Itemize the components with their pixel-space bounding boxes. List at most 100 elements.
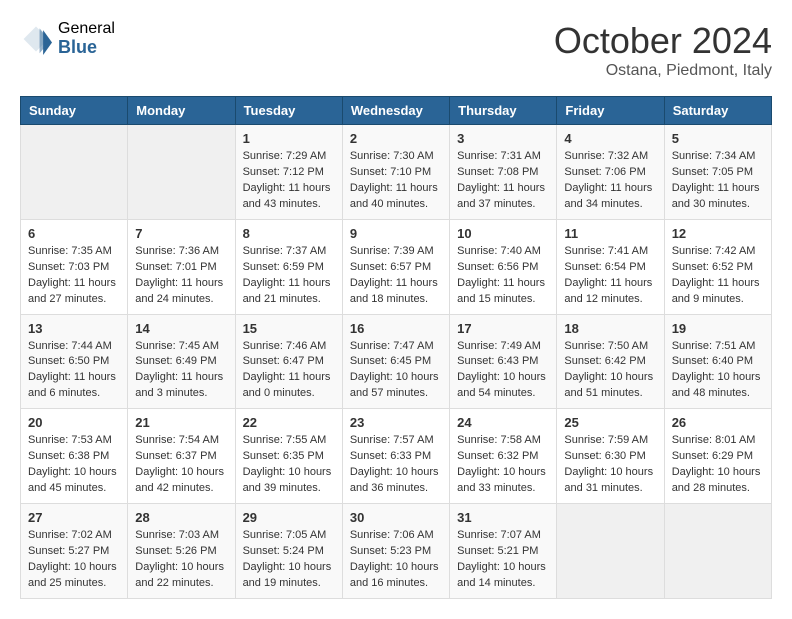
calendar-week-row: 6 Sunrise: 7:35 AM Sunset: 7:03 PM Daylig…: [21, 219, 772, 314]
calendar-day-cell: 22 Sunrise: 7:55 AM Sunset: 6:35 PM Dayli…: [235, 409, 342, 504]
day-info: Sunrise: 7:42 AM Sunset: 6:52 PM Dayligh…: [672, 244, 764, 308]
calendar-day-cell: 31 Sunrise: 7:07 AM Sunset: 5:21 PM Dayli…: [450, 504, 557, 599]
calendar-day-cell: 21Sunrise: 7:54 AM Sunset: 6:37 PM Dayli…: [128, 409, 235, 504]
calendar-day-cell: 20Sunrise: 7:53 AM Sunset: 6:38 PM Dayli…: [21, 409, 128, 504]
day-number: 4: [564, 131, 656, 146]
day-info: Sunrise: 7:40 AM Sunset: 6:56 PM Dayligh…: [457, 244, 549, 308]
day-info: Sunrise: 7:35 AM Sunset: 7:03 PM Dayligh…: [28, 244, 120, 308]
calendar-day-cell: 23 Sunrise: 7:57 AM Sunset: 6:33 PM Dayli…: [342, 409, 449, 504]
calendar-day-cell: 30Sunrise: 7:06 AM Sunset: 5:23 PM Dayli…: [342, 504, 449, 599]
calendar-week-row: 1Sunrise: 7:29 AM Sunset: 7:12 PM Daylig…: [21, 125, 772, 220]
weekday-header: Wednesday: [342, 97, 449, 125]
day-number: 23: [350, 415, 442, 430]
logo: General Blue: [20, 20, 115, 57]
weekday-header-row: SundayMondayTuesdayWednesdayThursdayFrid…: [21, 97, 772, 125]
calendar-day-cell: 16Sunrise: 7:47 AM Sunset: 6:45 PM Dayli…: [342, 314, 449, 409]
month-year: October 2024: [554, 20, 772, 62]
day-info: Sunrise: 7:59 AM Sunset: 6:30 PM Dayligh…: [564, 433, 656, 497]
day-number: 11: [564, 226, 656, 241]
day-number: 22: [243, 415, 335, 430]
day-number: 8: [243, 226, 335, 241]
day-info: Sunrise: 7:51 AM Sunset: 6:40 PM Dayligh…: [672, 339, 764, 403]
day-number: 28: [135, 510, 227, 525]
calendar-day-cell: 10 Sunrise: 7:40 AM Sunset: 6:56 PM Dayli…: [450, 219, 557, 314]
day-number: 27: [28, 510, 120, 525]
calendar-day-cell: 6 Sunrise: 7:35 AM Sunset: 7:03 PM Daylig…: [21, 219, 128, 314]
day-info: Sunrise: 7:58 AM Sunset: 6:32 PM Dayligh…: [457, 433, 549, 497]
day-number: 2: [350, 131, 442, 146]
day-info: Sunrise: 7:31 AM Sunset: 7:08 PM Dayligh…: [457, 149, 549, 213]
day-info: Sunrise: 7:06 AM Sunset: 5:23 PM Dayligh…: [350, 528, 442, 592]
logo-blue: Blue: [58, 38, 115, 58]
day-info: Sunrise: 7:39 AM Sunset: 6:57 PM Dayligh…: [350, 244, 442, 308]
day-info: Sunrise: 7:02 AM Sunset: 5:27 PM Dayligh…: [28, 528, 120, 592]
weekday-header: Saturday: [664, 97, 771, 125]
calendar-day-cell: 4 Sunrise: 7:32 AM Sunset: 7:06 PM Daylig…: [557, 125, 664, 220]
day-number: 1: [243, 131, 335, 146]
calendar-day-cell: [128, 125, 235, 220]
calendar-day-cell: 18Sunrise: 7:50 AM Sunset: 6:42 PM Dayli…: [557, 314, 664, 409]
weekday-header: Tuesday: [235, 97, 342, 125]
day-number: 25: [564, 415, 656, 430]
day-number: 5: [672, 131, 764, 146]
calendar-day-cell: 15 Sunrise: 7:46 AM Sunset: 6:47 PM Dayli…: [235, 314, 342, 409]
day-number: 6: [28, 226, 120, 241]
calendar-day-cell: 29Sunrise: 7:05 AM Sunset: 5:24 PM Dayli…: [235, 504, 342, 599]
day-info: Sunrise: 8:01 AM Sunset: 6:29 PM Dayligh…: [672, 433, 764, 497]
day-number: 31: [457, 510, 549, 525]
day-number: 18: [564, 321, 656, 336]
day-info: Sunrise: 7:36 AM Sunset: 7:01 PM Dayligh…: [135, 244, 227, 308]
calendar-day-cell: 26 Sunrise: 8:01 AM Sunset: 6:29 PM Dayli…: [664, 409, 771, 504]
day-number: 20: [28, 415, 120, 430]
day-info: Sunrise: 7:55 AM Sunset: 6:35 PM Dayligh…: [243, 433, 335, 497]
calendar-day-cell: [557, 504, 664, 599]
calendar-table: SundayMondayTuesdayWednesdayThursdayFrid…: [20, 96, 772, 599]
logo-icon: [20, 23, 52, 55]
day-number: 13: [28, 321, 120, 336]
title-block: October 2024 Ostana, Piedmont, Italy: [554, 20, 772, 80]
page-header: General Blue October 2024 Ostana, Piedmo…: [20, 20, 772, 80]
day-number: 3: [457, 131, 549, 146]
day-number: 12: [672, 226, 764, 241]
day-info: Sunrise: 7:57 AM Sunset: 6:33 PM Dayligh…: [350, 433, 442, 497]
day-info: Sunrise: 7:03 AM Sunset: 5:26 PM Dayligh…: [135, 528, 227, 592]
calendar-day-cell: 3 Sunrise: 7:31 AM Sunset: 7:08 PM Daylig…: [450, 125, 557, 220]
day-number: 17: [457, 321, 549, 336]
calendar-day-cell: 14Sunrise: 7:45 AM Sunset: 6:49 PM Dayli…: [128, 314, 235, 409]
day-number: 7: [135, 226, 227, 241]
calendar-day-cell: 8Sunrise: 7:37 AM Sunset: 6:59 PM Daylig…: [235, 219, 342, 314]
calendar-day-cell: 19Sunrise: 7:51 AM Sunset: 6:40 PM Dayli…: [664, 314, 771, 409]
calendar-day-cell: 25 Sunrise: 7:59 AM Sunset: 6:30 PM Dayli…: [557, 409, 664, 504]
calendar-day-cell: 9 Sunrise: 7:39 AM Sunset: 6:57 PM Daylig…: [342, 219, 449, 314]
day-number: 10: [457, 226, 549, 241]
calendar-day-cell: 2 Sunrise: 7:30 AM Sunset: 7:10 PM Daylig…: [342, 125, 449, 220]
day-info: Sunrise: 7:49 AM Sunset: 6:43 PM Dayligh…: [457, 339, 549, 403]
weekday-header: Friday: [557, 97, 664, 125]
day-info: Sunrise: 7:45 AM Sunset: 6:49 PM Dayligh…: [135, 339, 227, 403]
day-info: Sunrise: 7:30 AM Sunset: 7:10 PM Dayligh…: [350, 149, 442, 213]
calendar-day-cell: 27 Sunrise: 7:02 AM Sunset: 5:27 PM Dayli…: [21, 504, 128, 599]
day-number: 24: [457, 415, 549, 430]
calendar-day-cell: 11 Sunrise: 7:41 AM Sunset: 6:54 PM Dayli…: [557, 219, 664, 314]
calendar-week-row: 27 Sunrise: 7:02 AM Sunset: 5:27 PM Dayli…: [21, 504, 772, 599]
logo-general: General: [58, 20, 115, 38]
day-number: 29: [243, 510, 335, 525]
day-info: Sunrise: 7:41 AM Sunset: 6:54 PM Dayligh…: [564, 244, 656, 308]
day-number: 16: [350, 321, 442, 336]
calendar-day-cell: 5Sunrise: 7:34 AM Sunset: 7:05 PM Daylig…: [664, 125, 771, 220]
weekday-header: Monday: [128, 97, 235, 125]
day-number: 21: [135, 415, 227, 430]
weekday-header: Sunday: [21, 97, 128, 125]
calendar-day-cell: 24 Sunrise: 7:58 AM Sunset: 6:32 PM Dayli…: [450, 409, 557, 504]
calendar-day-cell: 13 Sunrise: 7:44 AM Sunset: 6:50 PM Dayli…: [21, 314, 128, 409]
day-number: 26: [672, 415, 764, 430]
day-info: Sunrise: 7:32 AM Sunset: 7:06 PM Dayligh…: [564, 149, 656, 213]
day-info: Sunrise: 7:44 AM Sunset: 6:50 PM Dayligh…: [28, 339, 120, 403]
day-number: 15: [243, 321, 335, 336]
day-info: Sunrise: 7:46 AM Sunset: 6:47 PM Dayligh…: [243, 339, 335, 403]
calendar-day-cell: 1Sunrise: 7:29 AM Sunset: 7:12 PM Daylig…: [235, 125, 342, 220]
location: Ostana, Piedmont, Italy: [554, 62, 772, 80]
day-number: 9: [350, 226, 442, 241]
calendar-day-cell: 7 Sunrise: 7:36 AM Sunset: 7:01 PM Daylig…: [128, 219, 235, 314]
day-info: Sunrise: 7:07 AM Sunset: 5:21 PM Dayligh…: [457, 528, 549, 592]
